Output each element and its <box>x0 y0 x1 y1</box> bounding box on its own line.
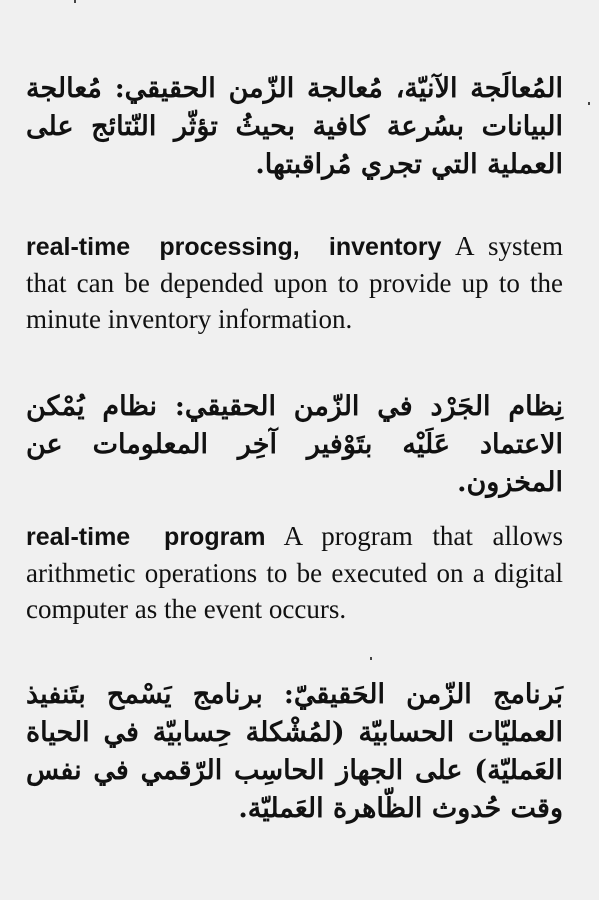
english-entry-realtime-program: real-time program A program that allows … <box>26 518 563 627</box>
english-term: real-time processing, inventory <box>26 233 442 261</box>
scan-speck <box>74 0 76 3</box>
arabic-term: نِظام الجَرْد في الزّمن الحقيقي: <box>174 391 563 422</box>
arabic-term: بَرنامج الزّمن الحَقيقيّ: <box>283 679 563 710</box>
scan-speck <box>588 102 590 105</box>
arabic-entry-realtime-processing: المُعالَجة الآنيّة، مُعالجة الزّمن الحقي… <box>26 70 563 184</box>
english-term: real-time program <box>26 523 266 551</box>
arabic-entry-realtime-program: بَرنامج الزّمن الحَقيقيّ: برنامج يَسْمح … <box>26 676 563 828</box>
english-entry-realtime-processing-inventory: real-time processing, inventory A system… <box>26 228 563 337</box>
scan-speck <box>370 657 372 660</box>
arabic-term: المُعالَجة الآنيّة، مُعالجة الزّمن الحقي… <box>114 73 563 104</box>
arabic-entry-inventory-system: نِظام الجَرْد في الزّمن الحقيقي: نظام يُ… <box>26 388 563 502</box>
